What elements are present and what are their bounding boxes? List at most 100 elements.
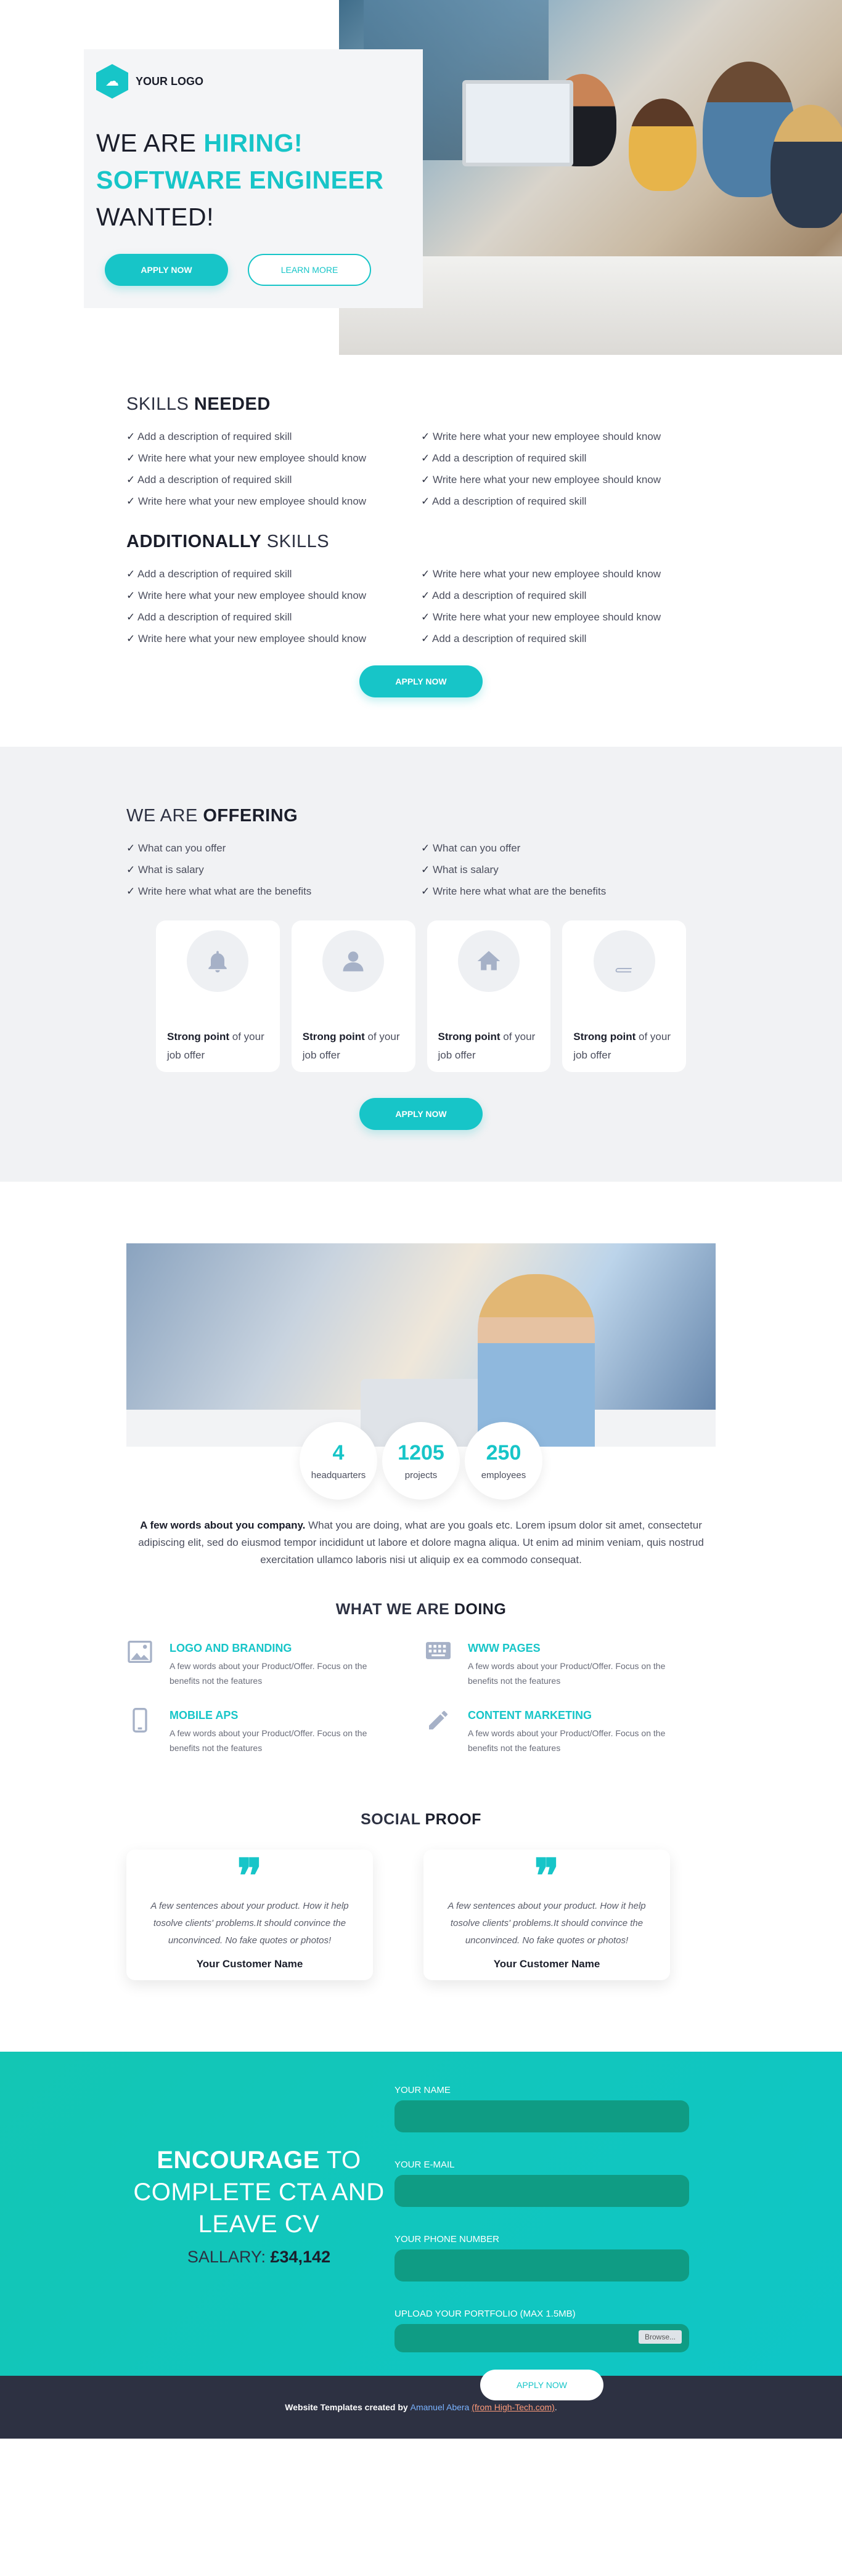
list-item: Write here what what are the benefits <box>126 880 421 902</box>
social-proof-title: SOCIAL PROOF <box>361 1811 481 1828</box>
stat-number: 250 <box>486 1441 521 1465</box>
hero-learn-more-button[interactable]: LEARN MORE <box>248 254 371 286</box>
offering-section: WE ARE OFFERING What can you offer What … <box>0 747 842 1182</box>
service-desc: A few words about your Product/Offer. Fo… <box>468 1728 666 1753</box>
offer-card: Strong point of your job offer <box>427 920 551 1072</box>
about-text: A few words about you company. What you … <box>138 1519 704 1566</box>
hero-card: ☁ YOUR LOGO WE ARE HIRING! SOFTWARE ENGI… <box>84 49 423 308</box>
offer-card-text: Strong point of your job offer <box>302 1031 400 1061</box>
phone-field[interactable] <box>394 2249 689 2281</box>
offer-card: Strong point of your job offer <box>291 920 415 1072</box>
browse-button[interactable]: Browse... <box>638 2330 682 2344</box>
keyboard-icon <box>425 1641 452 1688</box>
list-item: Add a description of required skill <box>421 447 716 469</box>
quote-icon: ❞ <box>534 1848 560 1903</box>
offer-card: Strong point of your job offer <box>562 920 686 1072</box>
email-label: YOUR E-MAIL <box>394 2160 455 2170</box>
name-field[interactable] <box>394 2100 689 2132</box>
service-desc: A few words about your Product/Offer. Fo… <box>468 1661 666 1686</box>
name-label: YOUR NAME <box>394 2085 451 2095</box>
hero-title-accent: HIRING! <box>203 129 303 157</box>
list-item: Write here what your new employee should… <box>421 606 716 628</box>
hero-title-plain: WE ARE <box>96 129 204 157</box>
service-item: LOGO AND BRANDING A few words about your… <box>126 1641 425 1688</box>
cta-apply-button[interactable]: APPLY NOW <box>480 2370 603 2400</box>
additional-skills-list-right: Write here what your new employee should… <box>421 563 716 649</box>
testimonial-text: A few sentences about your product. How … <box>150 1901 349 1946</box>
about-office-photo <box>126 1243 716 1447</box>
logo-text: YOUR LOGO <box>136 75 204 87</box>
stat-projects: 1205 projects <box>382 1422 460 1500</box>
offer-card-text: Strong point of your job offer <box>167 1031 264 1061</box>
footer-source-link[interactable]: (from High-Tech.com) <box>472 2402 555 2412</box>
list-item: Write here what your new employee should… <box>126 447 421 469</box>
offering-list-left: What can you offer What is salary Write … <box>126 837 421 902</box>
stat-number: 1205 <box>398 1441 444 1465</box>
phone-label: YOUR PHONE NUMBER <box>394 2234 500 2245</box>
list-item: Write here what your new employee should… <box>126 585 421 606</box>
list-item: Write here what your new employee should… <box>126 490 421 512</box>
testimonial-name: Your Customer Name <box>196 1958 303 1970</box>
service-title: LOGO AND BRANDING <box>170 1642 292 1654</box>
list-item: What is salary <box>126 859 421 880</box>
list-item: Write here what your new employee should… <box>421 563 716 585</box>
offering-title: WE ARE OFFERING <box>126 806 298 826</box>
home-icon <box>457 930 520 992</box>
additional-skills-title: ADDITIONALLY SKILLS <box>126 532 330 551</box>
skills-apply-button[interactable]: APPLY NOW <box>359 665 483 697</box>
offer-card: Strong point of your job offer <box>156 920 280 1072</box>
testimonial-name: Your Customer Name <box>493 1958 600 1970</box>
social-proof-section: SOCIAL PROOF ❞ A few sentences about you… <box>0 1780 842 2052</box>
list-item: Add a description of required skill <box>421 628 716 649</box>
hero-title: WE ARE HIRING! SOFTWARE ENGINEER WANTED! <box>96 124 411 235</box>
offer-cards: Strong point of your job offer Strong po… <box>156 920 686 1072</box>
list-item: Write here what your new employee should… <box>421 426 716 447</box>
user-icon <box>322 930 385 992</box>
cta-title: ENCOURAGE TO COMPLETE CTA AND LEAVE CV <box>133 2147 385 2238</box>
list-item: Write here what your new employee should… <box>421 469 716 490</box>
about-section: 4 headquarters 1205 projects 250 employe… <box>0 1182 842 1780</box>
offer-card-text: Strong point of your job offer <box>573 1031 671 1061</box>
service-title: MOBILE APS <box>170 1709 239 1721</box>
offering-list-right: What can you offer What is salary Write … <box>421 837 716 902</box>
testimonial-text: A few sentences about your product. How … <box>448 1901 646 1946</box>
footer-suffix: . <box>554 2402 557 2412</box>
list-item: Add a description of required skill <box>126 469 421 490</box>
cta-section: ENCOURAGE TO COMPLETE CTA AND LEAVE CV S… <box>0 2052 842 2400</box>
application-form: YOUR NAME YOUR E-MAIL YOUR PHONE NUMBER … <box>394 2052 689 2400</box>
offering-apply-button[interactable]: APPLY NOW <box>359 1098 483 1130</box>
stat-label: employees <box>481 1470 526 1481</box>
services-grid: LOGO AND BRANDING A few words about your… <box>126 1641 716 1755</box>
hero-apply-button[interactable]: APPLY NOW <box>105 254 228 286</box>
list-item: Add a description of required skill <box>421 490 716 512</box>
logo-cloud-icon: ☁ <box>96 64 128 99</box>
list-item: Add a description of required skill <box>126 426 421 447</box>
service-title: CONTENT MARKETING <box>468 1709 592 1721</box>
upload-label: UPLOAD YOUR PORTFOLIO (MAX 1.5MB) <box>394 2309 576 2319</box>
stat-employees: 250 employees <box>465 1422 542 1500</box>
list-item: Write here what what are the benefits <box>421 880 716 902</box>
skills-list-left: Add a description of required skill Writ… <box>126 426 421 512</box>
service-item: CONTENT MARKETING A few words about your… <box>425 1708 716 1755</box>
skills-section: SKILLS NEEDED Add a description of requi… <box>0 355 842 747</box>
hero-title-wanted: WANTED! <box>96 203 215 231</box>
stat-headquarters: 4 headquarters <box>300 1422 377 1500</box>
list-item: Add a description of required skill <box>126 563 421 585</box>
pencil-icon <box>425 1708 452 1755</box>
stat-label: projects <box>404 1470 438 1481</box>
service-item: MOBILE APS A few words about your Produc… <box>126 1708 425 1755</box>
footer-author-link[interactable]: Amanuel Abera <box>411 2402 470 2412</box>
portfolio-upload-field[interactable]: Browse... <box>394 2324 689 2352</box>
list-item: Write here what your new employee should… <box>126 628 421 649</box>
list-item: Add a description of required skill <box>421 585 716 606</box>
additional-skills-list-left: Add a description of required skill Writ… <box>126 563 421 649</box>
quote-icon: ❞ <box>237 1848 263 1903</box>
logo[interactable]: ☁ YOUR LOGO <box>96 64 411 99</box>
bell-icon <box>187 930 249 992</box>
service-desc: A few words about your Product/Offer. Fo… <box>170 1728 367 1753</box>
salary: SALLARY: £34,142 <box>187 2248 331 2266</box>
email-field[interactable] <box>394 2175 689 2207</box>
list-item: What can you offer <box>421 837 716 859</box>
skills-list-right: Write here what your new employee should… <box>421 426 716 512</box>
list-item: What is salary <box>421 859 716 880</box>
